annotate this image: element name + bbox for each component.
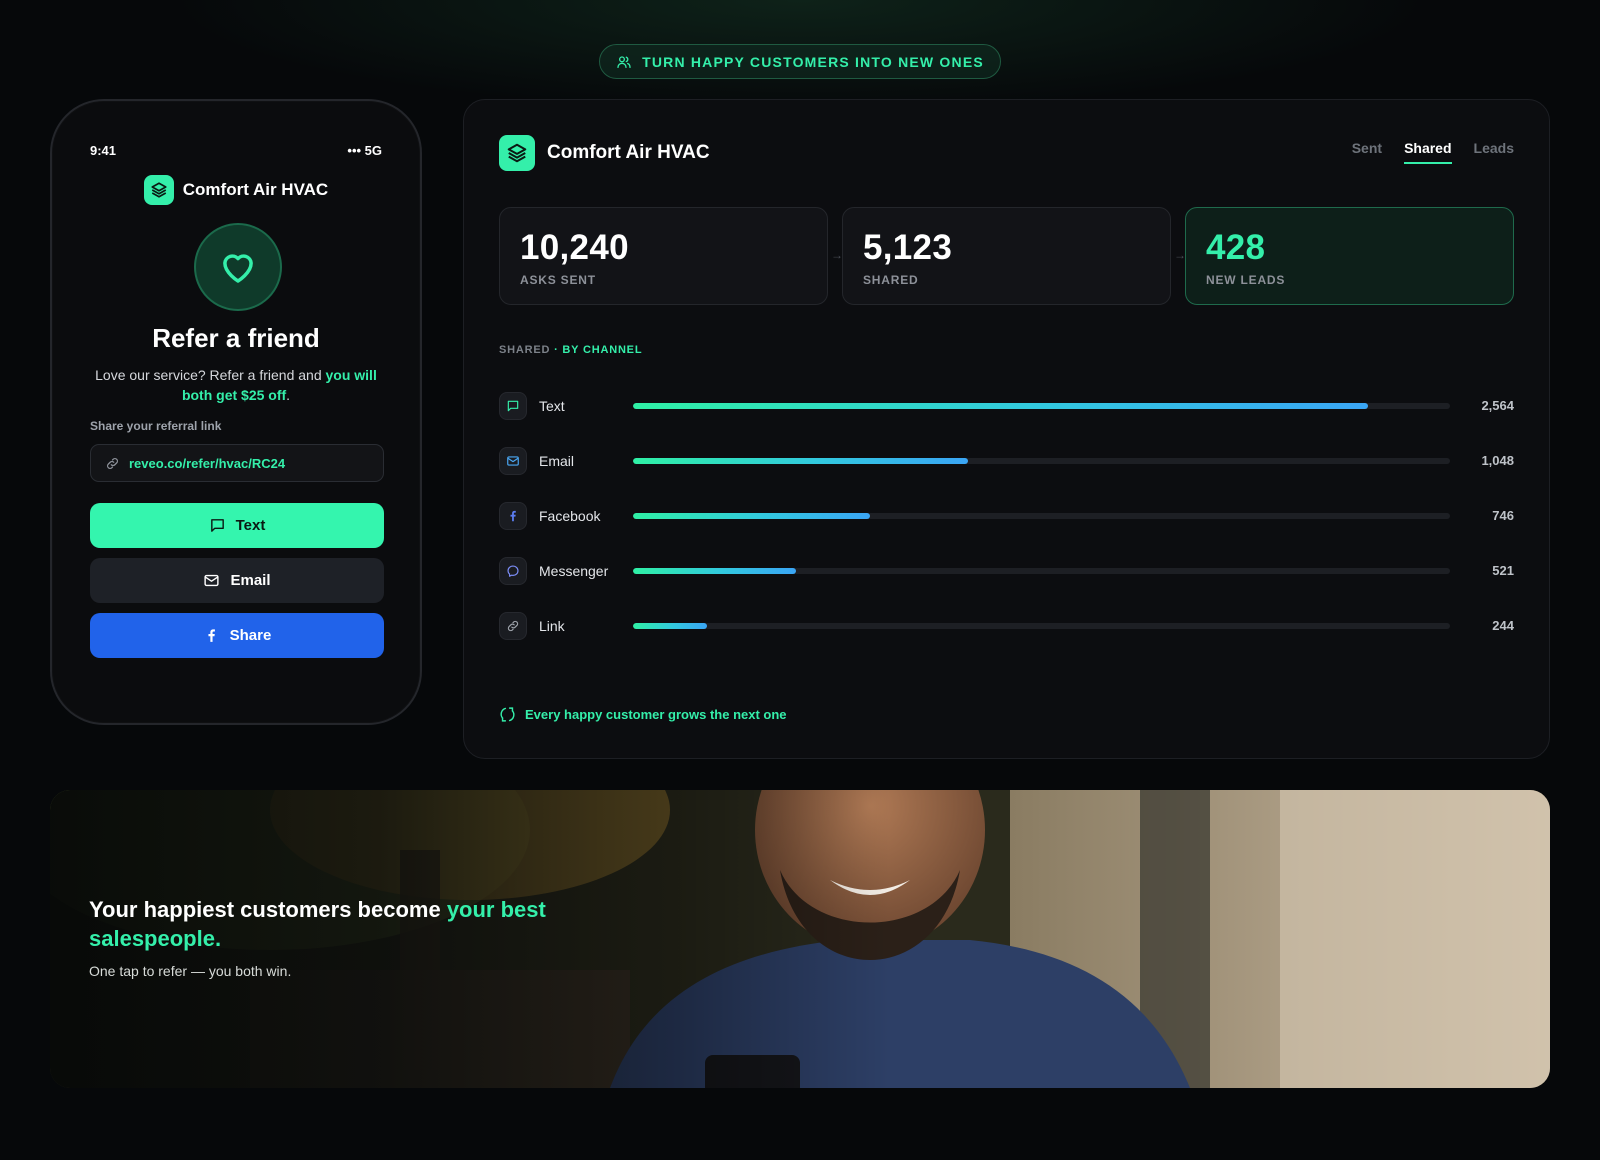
section-label-text: SHARED bbox=[499, 344, 551, 356]
channel-bar-fill bbox=[633, 622, 707, 629]
referral-link-text: reveo.co/refer/hvac/RC24 bbox=[129, 455, 286, 471]
stat-shared: → 5,123 SHARED bbox=[831, 207, 1171, 305]
channel-bar-track bbox=[633, 512, 1450, 519]
channel-bar-fill bbox=[633, 457, 968, 464]
channel-bar-track bbox=[633, 567, 1450, 574]
email-button-label: Email bbox=[230, 572, 271, 589]
phone-brand: Comfort Air HVAC bbox=[52, 175, 420, 205]
channel-name: Messenger bbox=[539, 562, 609, 579]
referral-dashboard: Comfort Air HVAC Sent Shared Leads 10,24… bbox=[463, 99, 1550, 759]
stat-value: 5,123 bbox=[863, 228, 953, 267]
dashboard-brand: Comfort Air HVAC bbox=[499, 135, 710, 171]
channel-value: 1,048 bbox=[1481, 453, 1514, 468]
tab-leads[interactable]: Leads bbox=[1474, 140, 1514, 164]
channel-name: Facebook bbox=[539, 507, 601, 524]
link-icon bbox=[107, 457, 118, 469]
facebook-icon bbox=[208, 629, 215, 642]
mail-icon bbox=[499, 446, 527, 475]
dashboard-tabs: Sent Shared Leads bbox=[1352, 140, 1514, 164]
stat-asks-sent: 10,240 ASKS SENT bbox=[499, 207, 828, 305]
tab-sent[interactable]: Sent bbox=[1352, 140, 1382, 164]
channel-bar-track bbox=[633, 402, 1450, 409]
messenger-icon bbox=[499, 556, 527, 585]
facebook-icon bbox=[499, 501, 527, 530]
channel-bar-fill bbox=[633, 512, 870, 519]
arrow-right-icon: → bbox=[831, 248, 843, 262]
phone-title: Refer a friend bbox=[152, 323, 320, 353]
stats-row: 10,240 ASKS SENT → 5,123 SHARED → 428 NE… bbox=[499, 207, 1514, 305]
section-label: SHARED · BY CHANNEL bbox=[499, 344, 642, 356]
channel-bar-track bbox=[633, 622, 1450, 629]
channel-value: 746 bbox=[1492, 508, 1514, 523]
tab-shared[interactable]: Shared bbox=[1404, 140, 1452, 164]
stat-label: SHARED bbox=[863, 273, 919, 287]
channel-name: Email bbox=[539, 452, 575, 469]
link-icon bbox=[499, 611, 527, 640]
channel-name: Link bbox=[539, 617, 565, 634]
channel-row-facebook: Facebook 746 bbox=[499, 488, 1514, 543]
email-share-button[interactable]: Email bbox=[90, 558, 384, 603]
section-label-accent: · BY CHANNEL bbox=[554, 344, 643, 356]
hero-subtitle: One tap to refer — you both win. bbox=[89, 963, 292, 979]
footer-note-text: Every happy customer grows the next one bbox=[525, 707, 787, 722]
text-button-label: Text bbox=[235, 517, 266, 534]
headline-pill: TURN HAPPY CUSTOMERS INTO NEW ONES bbox=[599, 44, 1001, 79]
refresh-cycle-icon bbox=[500, 707, 515, 722]
chat-icon bbox=[499, 391, 527, 420]
share-button-label: Share bbox=[229, 627, 272, 644]
stat-new-leads: → 428 NEW LEADS bbox=[1174, 207, 1514, 305]
layers-logo-icon bbox=[499, 135, 535, 171]
channel-value: 244 bbox=[1492, 618, 1514, 633]
status-time: 9:41 bbox=[90, 143, 117, 158]
hero-title: Your happiest customers become your best… bbox=[89, 895, 609, 953]
users-icon bbox=[617, 55, 631, 68]
arrow-right-icon: → bbox=[1174, 248, 1186, 262]
hero-text: Your happiest customers become your best… bbox=[89, 895, 609, 979]
text-share-button[interactable]: Text bbox=[90, 503, 384, 548]
pill-label: TURN HAPPY CUSTOMERS INTO NEW ONES bbox=[642, 53, 984, 70]
stat-label: NEW LEADS bbox=[1206, 273, 1286, 287]
facebook-share-button[interactable]: Share bbox=[90, 613, 384, 658]
channel-bar-fill bbox=[633, 402, 1369, 409]
status-signal: ••• 5G bbox=[347, 143, 382, 158]
mail-icon bbox=[204, 574, 220, 587]
channel-name: Text bbox=[539, 397, 565, 414]
channel-value: 2,564 bbox=[1481, 398, 1514, 413]
phone-mockup: 9:41 ••• 5G Comfort Air HVAC Refer a fri… bbox=[50, 99, 422, 725]
layers-logo-icon bbox=[143, 175, 174, 205]
chat-icon bbox=[210, 519, 224, 532]
referral-link-field[interactable]: reveo.co/refer/hvac/RC24 bbox=[90, 444, 384, 482]
channel-bar-fill bbox=[633, 567, 797, 574]
footer-note: Every happy customer grows the next one bbox=[499, 706, 787, 723]
hero-banner: Your happiest customers become your best… bbox=[50, 790, 1550, 1088]
stat-value: 428 bbox=[1206, 228, 1266, 267]
desc-suffix: . bbox=[286, 387, 291, 403]
channel-row-messenger: Messenger 521 bbox=[499, 543, 1514, 598]
phone-brand-name: Comfort Air HVAC bbox=[182, 180, 329, 199]
dashboard-brand-name: Comfort Air HVAC bbox=[547, 142, 710, 163]
stat-label: ASKS SENT bbox=[520, 273, 596, 287]
channel-row-email: Email 1,048 bbox=[499, 433, 1514, 488]
hero-title-text: Your happiest customers become bbox=[89, 897, 447, 922]
desc-text: Love our service? Refer a friend and bbox=[95, 367, 326, 383]
channel-row-link: Link 244 bbox=[499, 598, 1514, 653]
channel-value: 521 bbox=[1492, 563, 1514, 578]
phone-description: Love our service? Refer a friend and you… bbox=[90, 365, 382, 405]
share-link-label: Share your referral link bbox=[90, 419, 222, 433]
heart-icon bbox=[194, 223, 282, 311]
stat-value: 10,240 bbox=[520, 228, 629, 267]
status-bar: 9:41 ••• 5G bbox=[90, 143, 382, 158]
channel-row-text: Text 2,564 bbox=[499, 378, 1514, 433]
channel-list: Text 2,564 Email 1,048 Facebook 746 Mess… bbox=[499, 378, 1514, 653]
channel-bar-track bbox=[633, 457, 1450, 464]
